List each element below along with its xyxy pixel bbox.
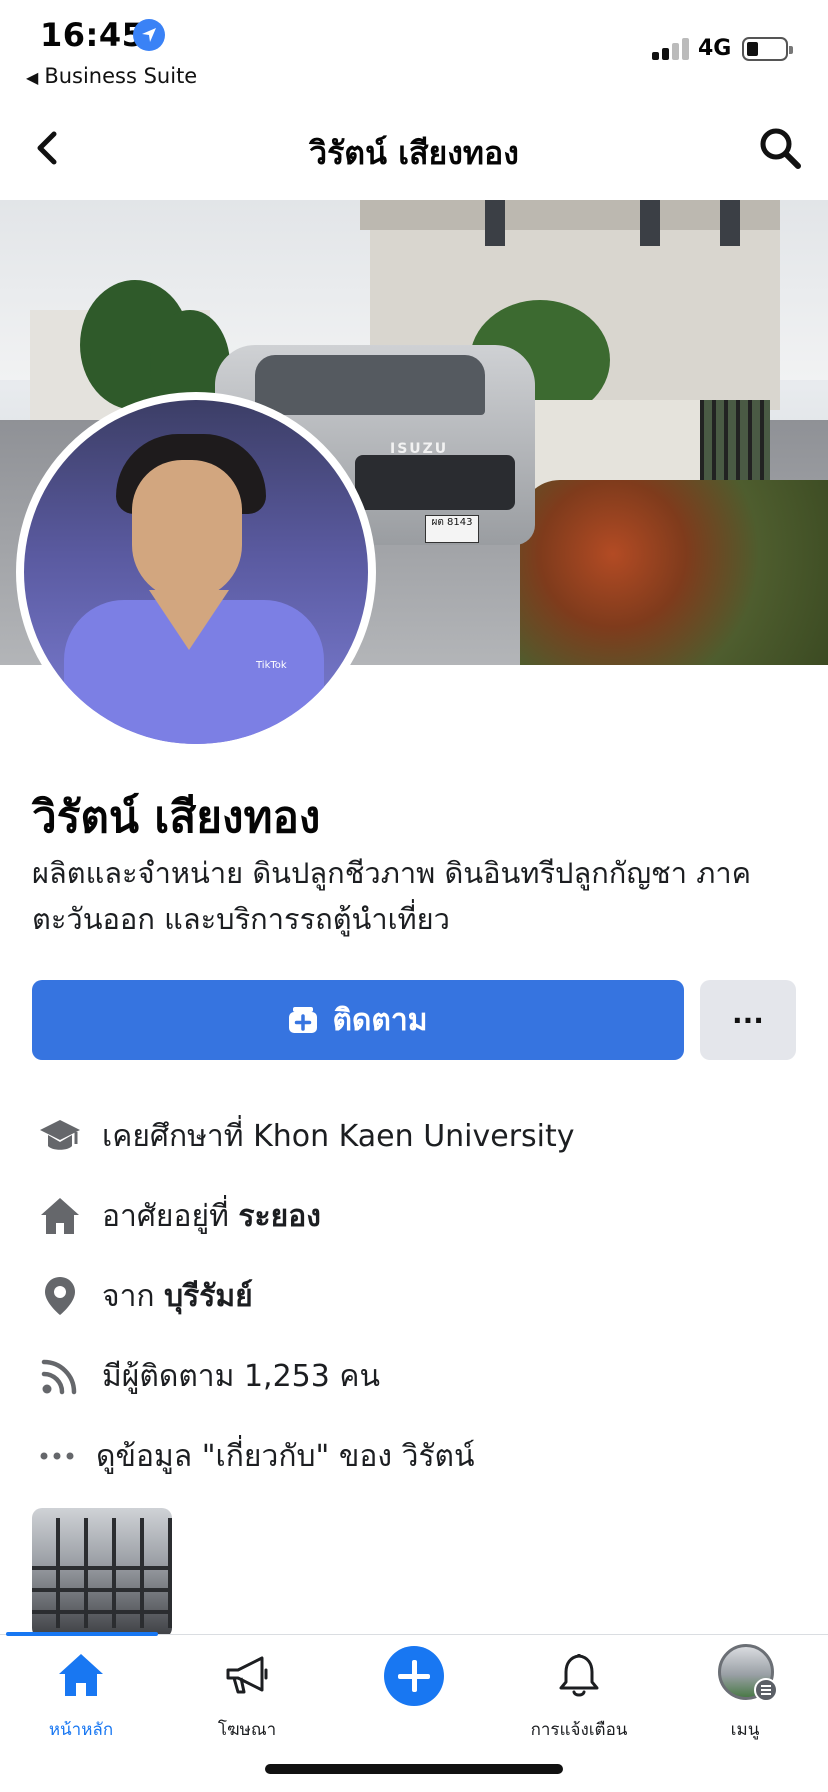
back-app-label: Business Suite: [44, 64, 198, 88]
back-to-app-link[interactable]: ◀ Business Suite: [26, 64, 197, 88]
graduation-cap-icon: [32, 1111, 88, 1161]
follow-icon: [288, 1006, 318, 1034]
home-indicator[interactable]: [265, 1764, 563, 1774]
create-plus-icon: [384, 1646, 444, 1706]
search-icon[interactable]: [758, 126, 802, 170]
truck-brand: ISUZU: [390, 441, 449, 457]
about-text: ดูข้อมูล "เกี่ยวกับ" ของ วิรัตน์: [96, 1438, 475, 1474]
profile-page: 16:45 ◀ Business Suite 4G วิรัตน์ เสียงทอ…: [0, 0, 828, 1792]
info-education: เคยศึกษาที่ Khon Kaen University: [32, 1106, 802, 1166]
more-options-button[interactable]: ···: [700, 980, 796, 1060]
education-prefix: เคยศึกษาที่: [102, 1118, 244, 1154]
home-icon: [56, 1650, 106, 1702]
followers-text: มีผู้ติดตาม 1,253 คน: [102, 1358, 380, 1394]
location-arrow-icon: [133, 19, 165, 51]
info-from: จาก บุรีรัมย์: [32, 1266, 802, 1326]
menu-lines-icon: [754, 1678, 778, 1702]
tab-ads[interactable]: โฆษณา: [172, 1650, 322, 1760]
location-pin-icon: [32, 1271, 88, 1321]
tab-menu[interactable]: เมนู: [670, 1644, 820, 1760]
more-dots-icon: [32, 1431, 82, 1481]
rss-feed-icon: [32, 1351, 88, 1401]
megaphone-icon: [222, 1650, 272, 1702]
active-tab-indicator: [6, 1632, 158, 1636]
tab-create[interactable]: [339, 1646, 489, 1760]
from-value[interactable]: บุรีรัมย์: [164, 1273, 253, 1320]
bell-icon: [554, 1650, 604, 1702]
profile-avatar[interactable]: TikTok: [16, 392, 376, 752]
from-prefix: จาก: [102, 1278, 155, 1314]
more-label: ···: [732, 1003, 764, 1037]
signal-icon: [652, 38, 692, 60]
tab-home-label: หน้าหลัก: [48, 1720, 114, 1740]
back-triangle-icon: ◀: [26, 68, 39, 87]
tab-notifications[interactable]: การแจ้งเตือน: [504, 1650, 654, 1760]
profile-bio: ผลิตและจำหน่าย ดินปลูกชีวภาพ ดินอินทรีปล…: [32, 856, 752, 936]
tiktok-watermark: TikTok: [256, 660, 287, 671]
see-about-link[interactable]: ดูข้อมูล "เกี่ยวกับ" ของ วิรัตน์: [32, 1426, 802, 1486]
info-followers: มีผู้ติดตาม 1,253 คน: [32, 1346, 802, 1406]
header-title: วิรัตน์ เสียงทอง: [309, 134, 519, 172]
profile-name: วิรัตน์ เสียงทอง: [32, 792, 321, 843]
follow-button[interactable]: ติดตาม: [32, 980, 684, 1060]
info-lives-in: อาศัยอยู่ที่ ระยอง: [32, 1186, 802, 1246]
battery-icon: [742, 37, 793, 61]
education-value[interactable]: Khon Kaen University: [253, 1119, 574, 1154]
license-plate: ผต 8143: [425, 515, 479, 543]
photo-thumbnail[interactable]: [32, 1508, 172, 1638]
status-time: 16:45: [40, 16, 145, 54]
network-type: 4G: [698, 36, 732, 61]
tab-notifications-label: การแจ้งเตือน: [530, 1720, 628, 1740]
lives-prefix: อาศัยอยู่ที่: [102, 1198, 229, 1234]
tab-ads-label: โฆษณา: [217, 1720, 277, 1740]
home-icon: [32, 1191, 88, 1241]
tab-home[interactable]: หน้าหลัก: [6, 1650, 156, 1760]
follow-label: ติดตาม: [332, 1002, 428, 1038]
tab-menu-label: เมนู: [730, 1720, 760, 1740]
lives-value[interactable]: ระยอง: [238, 1193, 320, 1240]
